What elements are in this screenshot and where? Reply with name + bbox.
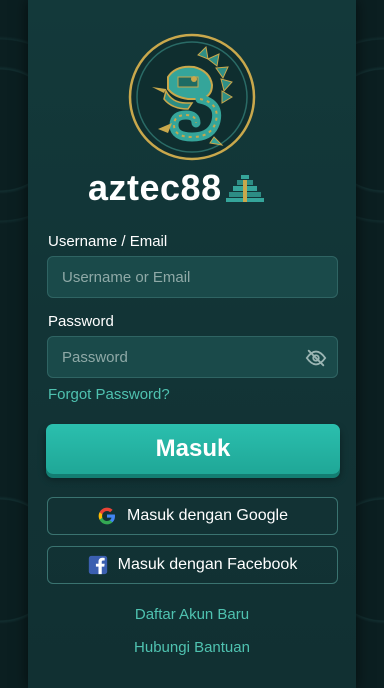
- pyramid-icon: [225, 175, 264, 202]
- eye-off-icon[interactable]: [305, 347, 327, 369]
- facebook-login-button[interactable]: Masuk dengan Facebook: [47, 546, 338, 584]
- username-label: Username / Email: [48, 233, 168, 250]
- password-input[interactable]: [60, 347, 294, 367]
- right-decorative-border: [356, 0, 384, 688]
- brand-name: aztec88: [88, 167, 222, 208]
- facebook-icon: [88, 555, 107, 575]
- username-field-box: [47, 256, 338, 298]
- username-input[interactable]: [60, 267, 294, 287]
- google-login-button[interactable]: Masuk dengan Google: [47, 497, 338, 535]
- register-link[interactable]: Daftar Akun Baru: [0, 606, 384, 623]
- masuk-button[interactable]: Masuk: [46, 424, 340, 474]
- aztec-serpent-emblem-icon: [128, 33, 256, 161]
- password-field-box: [47, 336, 338, 378]
- password-label: Password: [48, 313, 114, 330]
- left-decorative-border: [0, 0, 28, 688]
- brand-logo: aztec88: [88, 167, 264, 208]
- facebook-login-label: Masuk dengan Facebook: [117, 556, 298, 573]
- google-login-label: Masuk dengan Google: [127, 507, 288, 524]
- help-link[interactable]: Hubungi Bantuan: [0, 639, 384, 656]
- forgot-password-link[interactable]: Forgot Password?: [48, 386, 170, 403]
- google-icon: [98, 507, 115, 525]
